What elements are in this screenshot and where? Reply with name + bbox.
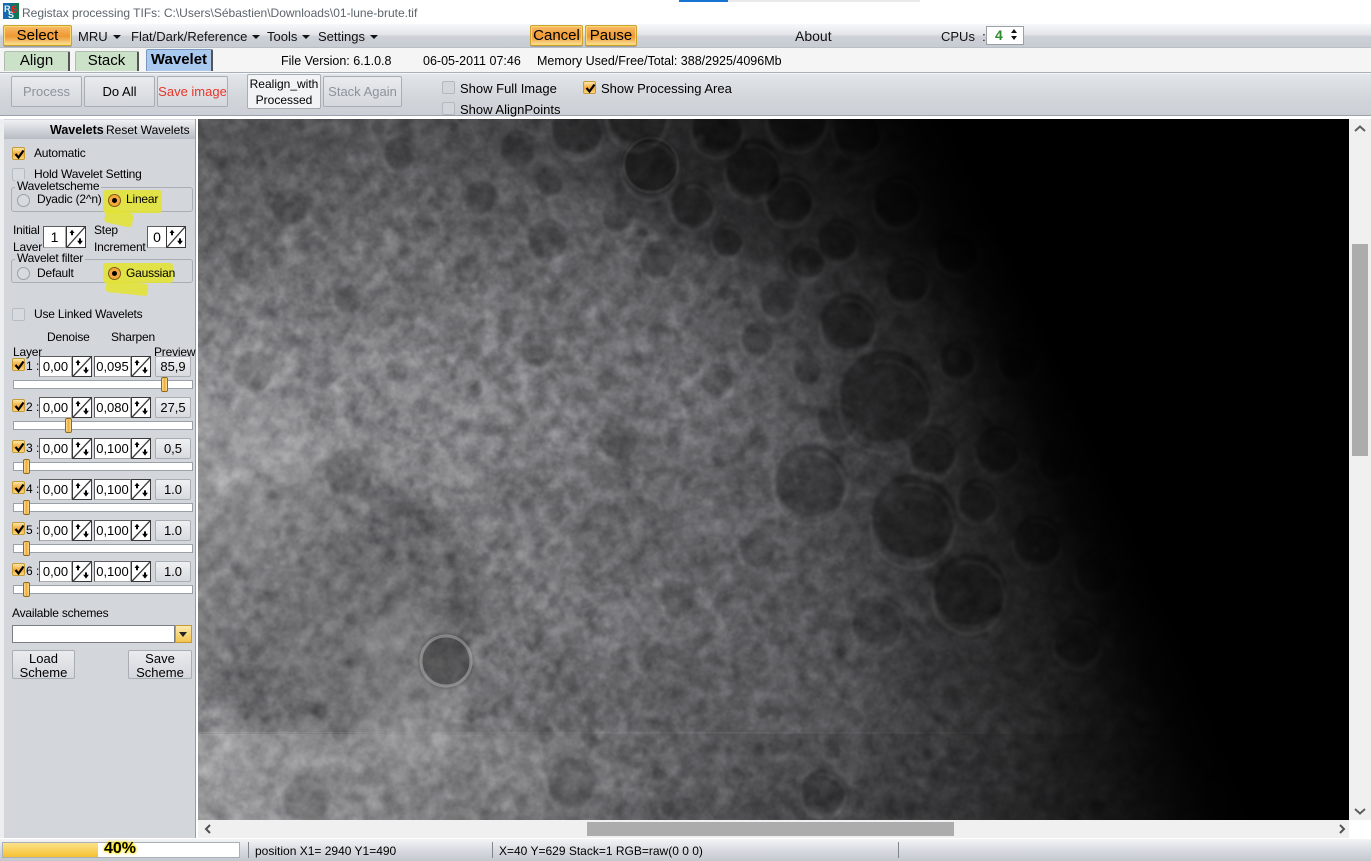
svg-text:6: 6 [11, 4, 17, 16]
